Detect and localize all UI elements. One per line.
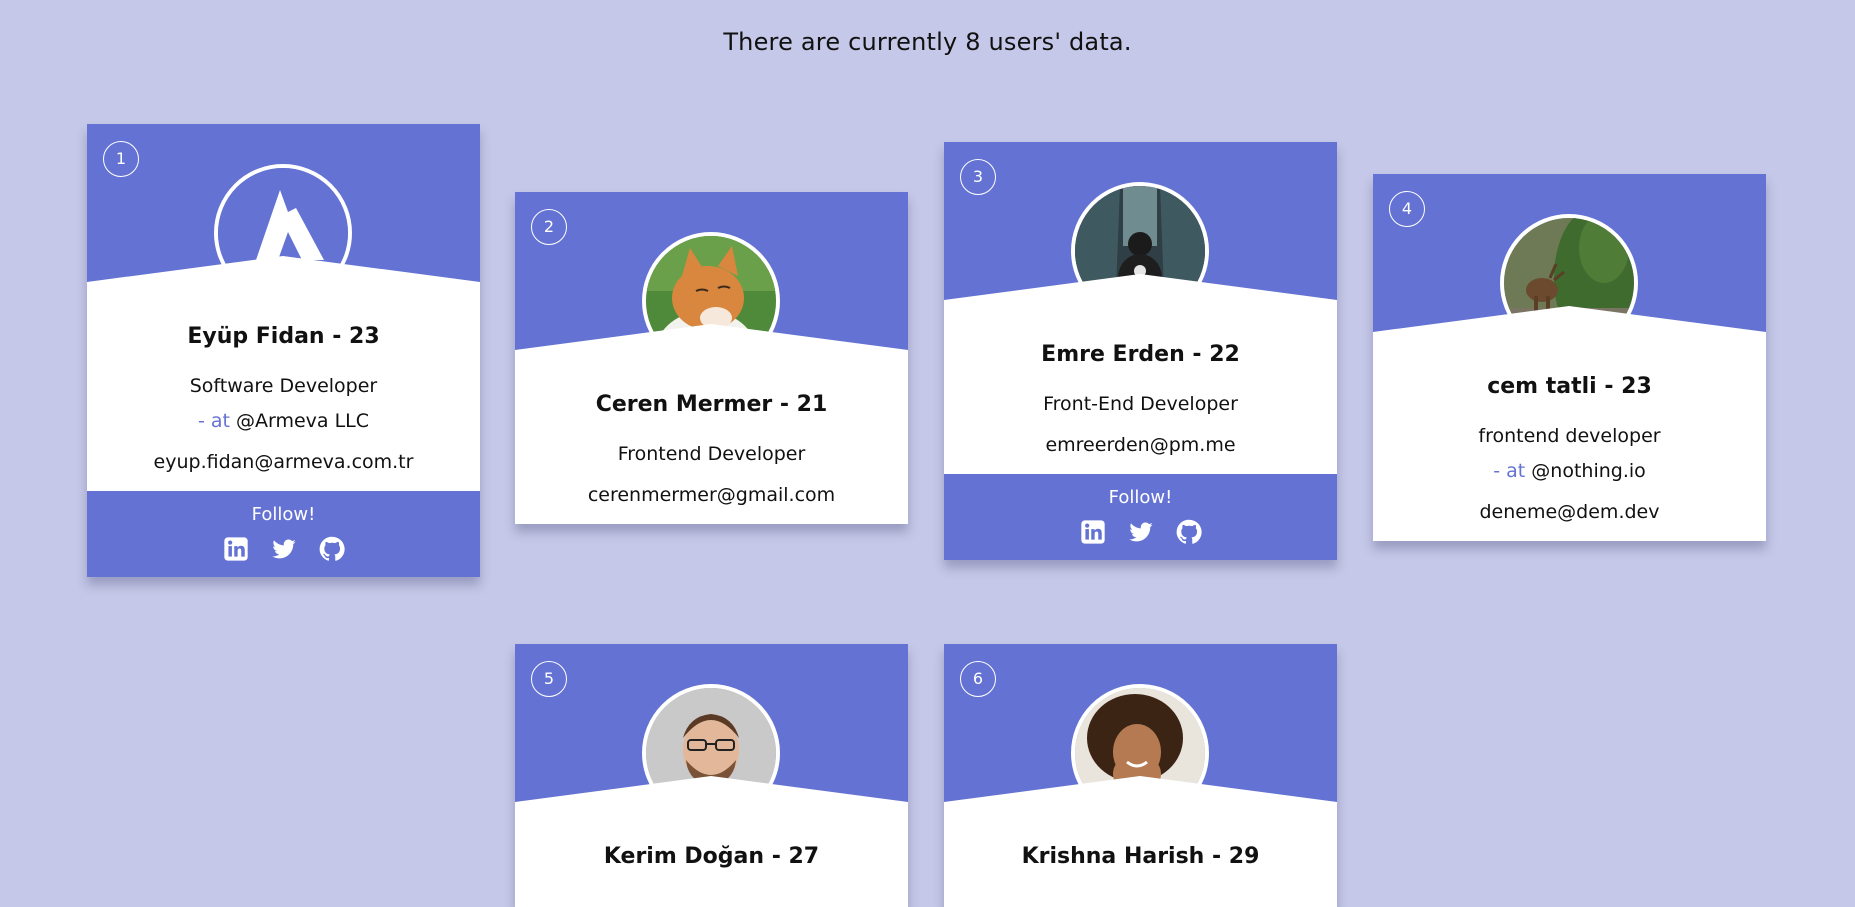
card-header: 4 [1373, 174, 1766, 352]
card-body: Krishna Harish - 29 [944, 822, 1337, 907]
card-body: Kerim Doğan - 27 [515, 822, 908, 907]
card-body: Ceren Mermer - 21 Frontend Developer cer… [515, 370, 908, 524]
user-name: Krishna Harish - 29 [1021, 844, 1260, 869]
social-links [87, 535, 480, 563]
card-body: cem tatli - 23 frontend developer - at @… [1373, 352, 1766, 541]
user-company: - at @Armeva LLC [97, 404, 470, 439]
header-wave [87, 256, 480, 302]
card-body: Eyüp Fidan - 23 Software Developer - at … [87, 302, 480, 491]
user-name: Emre Erden - 22 [1041, 342, 1240, 367]
card-number: 2 [531, 209, 567, 245]
header-wave [1373, 306, 1766, 352]
user-name: cem tatli - 23 [1487, 374, 1652, 399]
header-wave [515, 776, 908, 822]
card-header: 3 [944, 142, 1337, 320]
card-number: 4 [1389, 191, 1425, 227]
user-name: Kerim Doğan - 27 [603, 844, 820, 869]
follow-label: Follow! [251, 504, 316, 525]
user-card: 3 Emre Erden - 22 Front-End Developer em… [944, 142, 1337, 560]
user-email: cerenmermer@gmail.com [587, 484, 836, 506]
card-header: 2 [515, 192, 908, 370]
github-icon[interactable] [318, 535, 346, 563]
header-wave [944, 274, 1337, 320]
twitter-icon[interactable] [270, 535, 298, 563]
user-card: 5 Kerim Doğan - 27 [515, 644, 908, 907]
user-title: frontend developer [1478, 425, 1661, 447]
card-number: 6 [960, 661, 996, 697]
card-body: Emre Erden - 22 Front-End Developer emre… [944, 320, 1337, 474]
user-company: - at @nothing.io [1383, 454, 1756, 489]
card-header: 5 [515, 644, 908, 822]
user-name: Eyüp Fidan - 23 [187, 324, 380, 349]
card-number: 3 [960, 159, 996, 195]
user-email: emreerden@pm.me [1045, 434, 1236, 456]
twitter-icon[interactable] [1127, 518, 1155, 546]
company-name: @Armeva LLC [236, 410, 370, 432]
users-count-heading: There are currently 8 users' data. [723, 28, 1132, 56]
card-number: 5 [531, 661, 567, 697]
user-card: 1 Eyüp Fidan - 23 Software Developer - a… [87, 124, 480, 577]
user-name: Ceren Mermer - 21 [595, 392, 828, 417]
user-title: Frontend Developer [617, 443, 806, 465]
company-prefix: - at [1493, 460, 1526, 482]
user-card: 4 cem tatli - 23 frontend developer - at… [1373, 174, 1766, 541]
user-card: 6 Krishna Harish - 29 [944, 644, 1337, 907]
user-title: Front-End Developer [1043, 393, 1238, 415]
user-email: deneme@dem.dev [1479, 501, 1660, 523]
user-email: eyup.fidan@armeva.com.tr [153, 451, 414, 473]
github-icon[interactable] [1175, 518, 1203, 546]
social-links [944, 518, 1337, 546]
header-wave [515, 324, 908, 370]
user-card: 2 Ceren Mermer - 21 Frontend Developer c… [515, 192, 908, 524]
company-prefix: - at [197, 410, 230, 432]
card-number: 1 [103, 141, 139, 177]
follow-label: Follow! [1108, 487, 1173, 508]
linkedin-icon[interactable] [1079, 518, 1107, 546]
company-name: @nothing.io [1531, 460, 1646, 482]
header-wave [944, 776, 1337, 822]
card-footer: Follow! [944, 474, 1337, 560]
card-header: 6 [944, 644, 1337, 822]
card-header: 1 [87, 124, 480, 302]
linkedin-icon[interactable] [222, 535, 250, 563]
card-footer: Follow! [87, 491, 480, 577]
user-title: Software Developer [189, 375, 378, 397]
